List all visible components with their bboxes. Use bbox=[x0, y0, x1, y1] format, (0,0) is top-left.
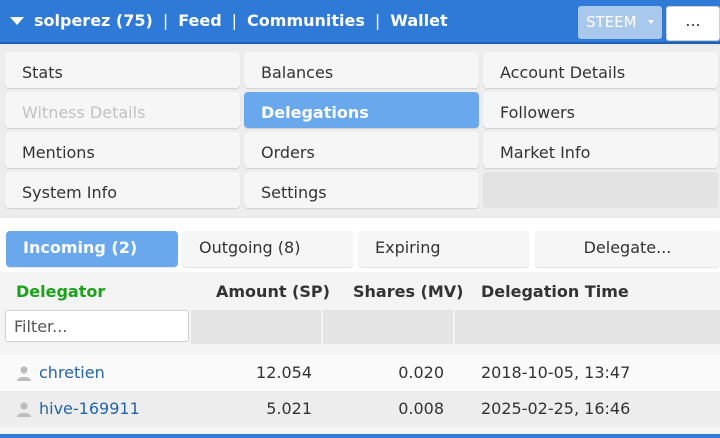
menu-orders[interactable]: Orders bbox=[244, 132, 479, 168]
communities-link[interactable]: Communities bbox=[247, 11, 365, 30]
menu-empty-cell bbox=[483, 172, 718, 208]
menu-delegations[interactable]: Delegations bbox=[244, 92, 479, 128]
filter-cell-amount bbox=[191, 310, 321, 344]
column-header-delegator[interactable]: Delegator bbox=[16, 282, 105, 301]
tab-expiring[interactable]: Expiring bbox=[358, 231, 529, 267]
more-button[interactable]: ... bbox=[666, 6, 720, 41]
menu-witness-details: Witness Details bbox=[5, 92, 240, 128]
menu-system-info[interactable]: System Info bbox=[5, 172, 240, 208]
bottom-divider bbox=[0, 434, 720, 438]
feed-link[interactable]: Feed bbox=[178, 11, 221, 30]
menu-settings[interactable]: Settings bbox=[244, 172, 479, 208]
menu-mentions[interactable]: Mentions bbox=[5, 132, 240, 168]
shares-value: 0.008 bbox=[398, 399, 444, 418]
chevron-down-icon[interactable] bbox=[10, 17, 24, 25]
filter-cell-shares bbox=[323, 310, 453, 344]
menu-stats[interactable]: Stats bbox=[5, 52, 240, 88]
account-link[interactable]: solperez (75) bbox=[34, 11, 153, 30]
shares-value: 0.020 bbox=[398, 363, 444, 382]
menu-followers[interactable]: Followers bbox=[483, 92, 718, 128]
tab-outgoing[interactable]: Outgoing (8) bbox=[182, 231, 353, 267]
menu-balances[interactable]: Balances bbox=[244, 52, 479, 88]
top-bar: solperez (75) | Feed | Communities | Wallet ST… bbox=[0, 0, 720, 44]
user-icon bbox=[17, 402, 31, 417]
menu-market-info[interactable]: Market Info bbox=[483, 132, 718, 168]
column-header-shares[interactable]: Shares (MV) bbox=[353, 282, 463, 301]
delegate-button[interactable]: Delegate... bbox=[535, 231, 720, 267]
menu-account-details[interactable]: Account Details bbox=[483, 52, 718, 88]
wallet-link[interactable]: Wallet bbox=[390, 11, 447, 30]
table-row[interactable]: hive-169911 5.021 0.008 2025-02-25, 16:4… bbox=[0, 391, 720, 427]
user-icon bbox=[17, 366, 31, 381]
amount-value: 12.054 bbox=[256, 363, 312, 382]
filter-cell-time bbox=[455, 310, 720, 344]
amount-value: 5.021 bbox=[266, 399, 312, 418]
delegator-link[interactable]: chretien bbox=[39, 363, 105, 382]
nav-separator: | bbox=[374, 11, 381, 30]
delegation-time-value: 2025-02-25, 16:46 bbox=[481, 399, 631, 418]
top-nav: solperez (75) | Feed | Communities | Wallet bbox=[34, 11, 448, 30]
delegation-time-value: 2018-10-05, 13:47 bbox=[481, 363, 631, 382]
menu-grid: Stats Balances Account Details Witness D… bbox=[0, 46, 720, 216]
column-header-amount[interactable]: Amount (SP) bbox=[216, 282, 330, 301]
delegator-link[interactable]: hive-169911 bbox=[39, 399, 140, 418]
column-header-delegation-time[interactable]: Delegation Time bbox=[481, 282, 629, 301]
caret-down-icon bbox=[648, 20, 654, 24]
nav-separator: | bbox=[231, 11, 238, 30]
filter-input[interactable]: Filter... bbox=[5, 310, 189, 342]
coin-select[interactable]: STEEM bbox=[578, 6, 662, 39]
coin-select-value: STEEM bbox=[586, 13, 637, 31]
tab-incoming[interactable]: Incoming (2) bbox=[6, 231, 178, 267]
table-row[interactable]: chretien 12.054 0.020 2018-10-05, 13:47 bbox=[0, 355, 720, 391]
nav-separator: | bbox=[162, 11, 169, 30]
